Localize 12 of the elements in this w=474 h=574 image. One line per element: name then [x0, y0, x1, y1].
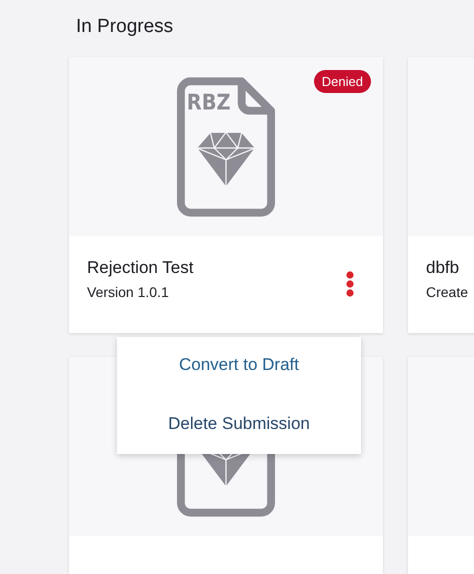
more-options-icon[interactable]	[345, 271, 355, 297]
card-title: Rejection Test	[87, 258, 194, 278]
card[interactable]: RBZ Denied Rejection Test Version 1.0.1	[69, 57, 383, 333]
menu-item[interactable]: Delete Submission	[117, 404, 361, 446]
card-subtitle: Create	[426, 284, 468, 300]
card-subtitle: Version 1.0.1	[87, 284, 170, 300]
ruby-file-icon: RBZ	[177, 76, 275, 216]
status-badge: Denied	[314, 70, 371, 93]
section-title: In Progress	[75, 15, 174, 39]
card[interactable]: dbfb Create	[408, 57, 474, 333]
menu-item[interactable]: Convert to Draft	[117, 345, 361, 387]
card-title: dbfb	[426, 258, 460, 278]
